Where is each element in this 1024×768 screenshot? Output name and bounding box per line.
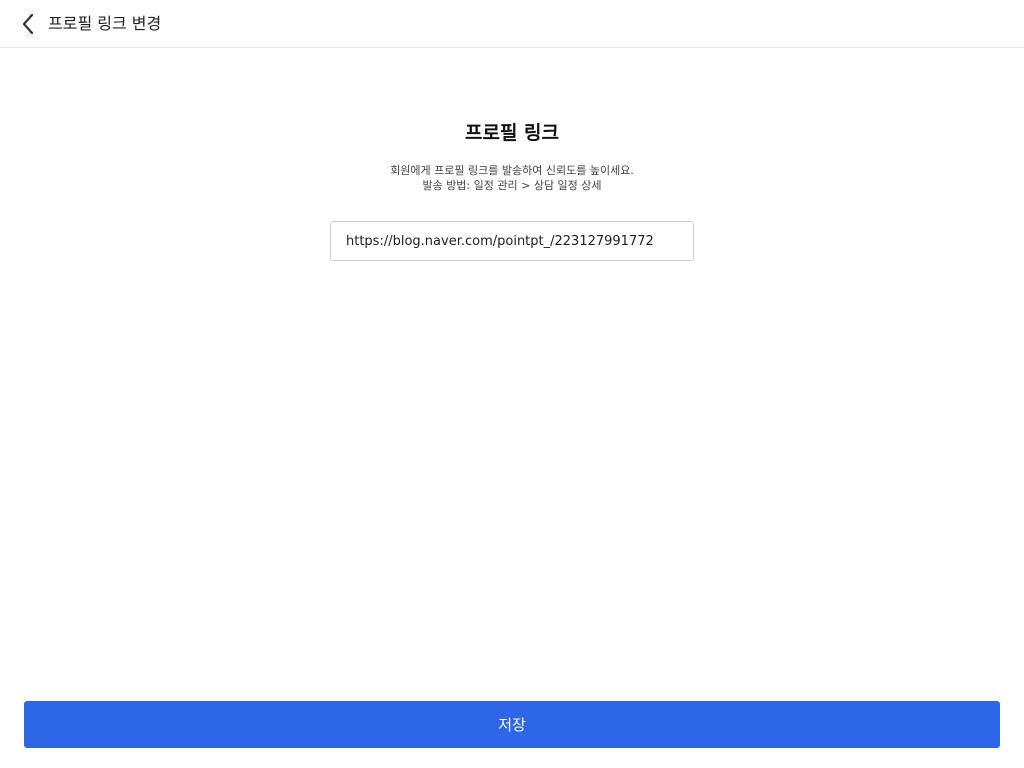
- profile-link-input[interactable]: [330, 221, 694, 261]
- back-button[interactable]: [14, 10, 42, 38]
- section-title: 프로필 링크: [464, 122, 559, 144]
- page-title: 프로필 링크 변경: [48, 14, 162, 33]
- app-header: 프로필 링크 변경: [0, 0, 1024, 48]
- save-button[interactable]: 저장: [24, 701, 1000, 748]
- description-line-1: 회원에게 프로필 링크를 발송하여 신뢰도를 높이세요.: [390, 164, 634, 177]
- description-line-2: 발송 방법: 일정 관리 > 상담 일정 상세: [422, 179, 602, 192]
- description: 회원에게 프로필 링크를 발송하여 신뢰도를 높이세요. 발송 방법: 일정 관…: [0, 163, 1024, 193]
- chevron-left-icon: [22, 13, 34, 35]
